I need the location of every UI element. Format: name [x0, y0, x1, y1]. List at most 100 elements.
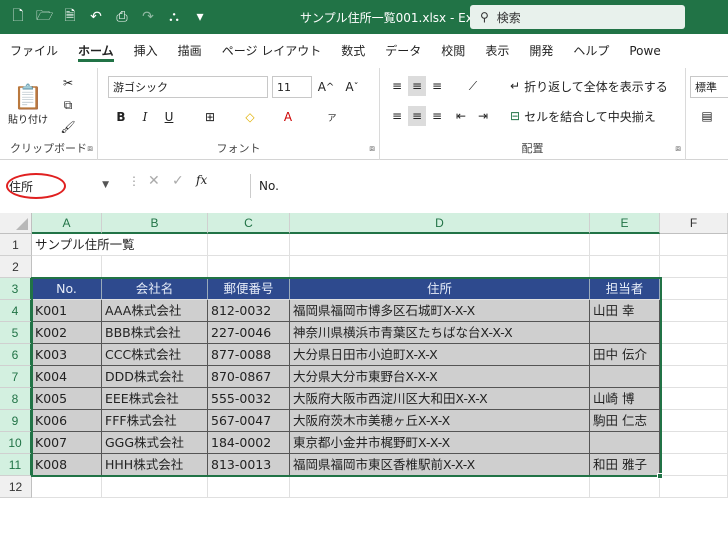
decrease-indent-icon[interactable]: ⇤: [452, 106, 470, 126]
data-cell-company[interactable]: BBB株式会社: [102, 322, 208, 344]
data-cell-company[interactable]: FFF株式会社: [102, 410, 208, 432]
borders-icon[interactable]: ⊞: [198, 106, 222, 128]
underline-button[interactable]: U: [160, 106, 178, 128]
merge-center-button[interactable]: ⊟ セルを結合して中央揃え: [510, 106, 680, 126]
font-name-dropdown[interactable]: 游ゴシック: [108, 76, 268, 98]
align-middle-icon[interactable]: ≡: [408, 76, 426, 96]
data-cell-contact[interactable]: 山崎 博: [590, 388, 660, 410]
cell[interactable]: [660, 388, 728, 410]
cell[interactable]: [102, 476, 208, 498]
cell[interactable]: [590, 234, 660, 256]
italic-button[interactable]: I: [136, 106, 154, 128]
select-all-button[interactable]: [0, 213, 32, 234]
row-header-4[interactable]: 4: [0, 300, 32, 322]
cell[interactable]: [208, 476, 290, 498]
data-cell-no[interactable]: K003: [32, 344, 102, 366]
alignment-launcher-icon[interactable]: ⧈: [675, 144, 681, 154]
header-cell-postal[interactable]: 郵便番号: [208, 278, 290, 300]
data-cell-no[interactable]: K007: [32, 432, 102, 454]
data-cell-postal[interactable]: 567-0047: [208, 410, 290, 432]
data-cell-company[interactable]: HHH株式会社: [102, 454, 208, 476]
data-cell-address[interactable]: 福岡県福岡市博多区石城町X-X-X: [290, 300, 590, 322]
row-header-10[interactable]: 10: [0, 432, 32, 454]
data-cell-company[interactable]: CCC株式会社: [102, 344, 208, 366]
header-cell-company[interactable]: 会社名: [102, 278, 208, 300]
paste-button[interactable]: 📋 貼り付け: [8, 76, 48, 132]
data-cell-contact[interactable]: 和田 雅子: [590, 454, 660, 476]
cell[interactable]: [102, 234, 208, 256]
align-center-icon[interactable]: ≡: [408, 106, 426, 126]
save-as-icon[interactable]: 🗎: [62, 5, 78, 29]
data-cell-postal[interactable]: 877-0088: [208, 344, 290, 366]
cell[interactable]: [660, 366, 728, 388]
header-cell-address[interactable]: 住所: [290, 278, 590, 300]
name-box[interactable]: 住所 ▼: [5, 173, 115, 199]
cell[interactable]: [660, 322, 728, 344]
new-file-icon[interactable]: 🗋: [10, 5, 26, 29]
bold-button[interactable]: B: [112, 106, 130, 128]
data-cell-no[interactable]: K006: [32, 410, 102, 432]
customize-qat-icon[interactable]: ▾: [192, 9, 208, 25]
increase-indent-icon[interactable]: ⇥: [474, 106, 492, 126]
tab-view[interactable]: 表示: [475, 34, 519, 68]
tab-insert[interactable]: 挿入: [124, 34, 168, 68]
row-header-6[interactable]: 6: [0, 344, 32, 366]
row-header-9[interactable]: 9: [0, 410, 32, 432]
row-header-3[interactable]: 3: [0, 278, 32, 300]
tab-power[interactable]: Powe: [619, 34, 670, 68]
cell[interactable]: [32, 256, 102, 278]
data-cell-address[interactable]: 神奈川県横浜市青葉区たちばな台X-X-X: [290, 322, 590, 344]
tab-home[interactable]: ホーム: [68, 34, 124, 68]
data-cell-address[interactable]: 大分県大分市東野台X-X-X: [290, 366, 590, 388]
row-header-11[interactable]: 11: [0, 454, 32, 476]
font-launcher-icon[interactable]: ⧈: [369, 144, 375, 154]
data-cell-no[interactable]: K002: [32, 322, 102, 344]
data-cell-contact[interactable]: [590, 322, 660, 344]
cell[interactable]: [660, 344, 728, 366]
redo-icon[interactable]: ↷: [140, 9, 156, 25]
data-cell-no[interactable]: K004: [32, 366, 102, 388]
data-cell-postal[interactable]: 555-0032: [208, 388, 290, 410]
data-cell-address[interactable]: 大阪府大阪市西淀川区大和田X-X-X: [290, 388, 590, 410]
cell[interactable]: [590, 476, 660, 498]
tab-developer[interactable]: 開発: [519, 34, 563, 68]
align-top-icon[interactable]: ≡: [388, 76, 406, 96]
column-header-d[interactable]: D: [290, 213, 590, 234]
header-cell-contact[interactable]: 担当者: [590, 278, 660, 300]
data-cell-address[interactable]: 福岡県福岡市東区香椎駅前X-X-X: [290, 454, 590, 476]
cut-icon[interactable]: ✂: [58, 74, 78, 92]
fill-handle[interactable]: [657, 473, 663, 479]
fill-color-icon[interactable]: ◇: [238, 106, 262, 128]
orientation-icon[interactable]: ⟋: [458, 76, 488, 96]
format-painter-icon[interactable]: 🖌: [58, 118, 78, 136]
cell[interactable]: [660, 410, 728, 432]
cell[interactable]: [660, 278, 728, 300]
phonetic-guide-icon[interactable]: ア: [320, 106, 344, 128]
sheet-title-cell[interactable]: サンプル住所一覧: [32, 234, 135, 256]
data-cell-contact[interactable]: 山田 幸: [590, 300, 660, 322]
cell[interactable]: [660, 300, 728, 322]
row-header-7[interactable]: 7: [0, 366, 32, 388]
data-cell-contact[interactable]: [590, 432, 660, 454]
data-cell-postal[interactable]: 812-0032: [208, 300, 290, 322]
data-cell-address[interactable]: 東京都小金井市梶野町X-X-X: [290, 432, 590, 454]
data-cell-company[interactable]: DDD株式会社: [102, 366, 208, 388]
column-header-e[interactable]: E: [590, 213, 660, 234]
share-icon[interactable]: ⛬: [166, 9, 182, 25]
undo-icon[interactable]: ↶: [88, 9, 104, 25]
data-cell-address[interactable]: 大分県日田市小迫町X-X-X: [290, 344, 590, 366]
tab-formulas[interactable]: 数式: [331, 34, 375, 68]
data-cell-postal[interactable]: 227-0046: [208, 322, 290, 344]
cell[interactable]: [290, 256, 590, 278]
search-box[interactable]: ⚲ 検索: [470, 5, 685, 29]
name-box-dropdown-icon[interactable]: ▼: [102, 180, 109, 190]
tab-file[interactable]: ファイル: [0, 34, 68, 68]
row-header-2[interactable]: 2: [0, 256, 32, 278]
cell[interactable]: [208, 234, 290, 256]
data-cell-no[interactable]: K008: [32, 454, 102, 476]
cell[interactable]: [32, 476, 102, 498]
data-cell-contact[interactable]: 駒田 仁志: [590, 410, 660, 432]
column-header-a[interactable]: A: [32, 213, 102, 234]
cell[interactable]: [590, 256, 660, 278]
column-header-c[interactable]: C: [208, 213, 290, 234]
